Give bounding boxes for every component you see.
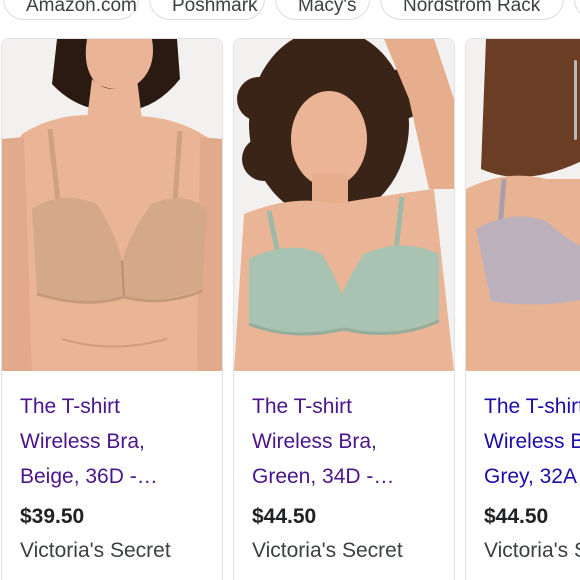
chip-poshmark[interactable]: Poshmark (149, 0, 265, 20)
chip-label: Macy's (298, 0, 357, 16)
product-price: $39.50 (20, 505, 85, 528)
product-price: $44.50 (484, 505, 549, 528)
product-price: $44.50 (252, 505, 317, 528)
product-image[interactable] (466, 39, 580, 371)
product-card[interactable]: The T-shirt Wireless Bra, Green, 34D -… … (233, 38, 455, 580)
store-filter-chips: Amazon.com Poshmark Macy's Nordstrom Rac… (0, 0, 580, 22)
product-image[interactable] (234, 39, 454, 371)
product-card[interactable]: The T-shirt Wireless Bra, Grey, 32A -… $… (465, 38, 580, 580)
chip-label: Poshmark (172, 0, 258, 16)
chip-partial[interactable]: Ko (574, 0, 580, 20)
product-seller: Victoria's Secret (20, 539, 171, 562)
chip-nordstrom-rack[interactable]: Nordstrom Rack (380, 0, 564, 20)
product-card[interactable]: The T-shirt Wireless Bra, Beige, 36D -… … (1, 38, 223, 580)
chip-amazon[interactable]: Amazon.com (3, 0, 139, 20)
product-seller: Victoria's Secret (252, 539, 403, 562)
product-title-link[interactable]: The T-shirt Wireless Bra, Green, 34D -… (252, 389, 452, 494)
shopping-results-page: Amazon.com Poshmark Macy's Nordstrom Rac… (0, 0, 580, 580)
chip-label: Amazon.com (26, 0, 137, 16)
product-image[interactable] (2, 39, 222, 371)
product-title-link[interactable]: The T-shirt Wireless Bra, Beige, 36D -… (20, 389, 220, 494)
chip-macys[interactable]: Macy's (275, 0, 370, 20)
chip-label: Nordstrom Rack (403, 0, 541, 16)
product-title-link[interactable]: The T-shirt Wireless Bra, Grey, 32A -… (484, 389, 580, 494)
product-seller: Victoria's Secret (484, 539, 580, 562)
scrollbar[interactable] (574, 60, 577, 140)
